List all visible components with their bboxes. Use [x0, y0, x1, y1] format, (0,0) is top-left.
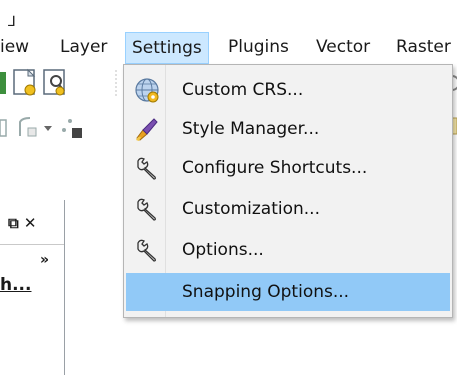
wrench-icon	[137, 239, 156, 262]
menu-item-label: Options...	[182, 240, 264, 260]
menu-item-style-manager[interactable]: Style Manager...	[126, 110, 450, 148]
panel-right-border	[64, 200, 65, 375]
menu-item-options[interactable]: Options...	[126, 231, 450, 269]
project-icon[interactable]	[0, 72, 6, 94]
wrench-icon	[137, 198, 156, 221]
settings-dropdown-menu: Custom CRS... Style Manager... Configure…	[123, 64, 453, 318]
menu-plugins[interactable]: Plugins	[228, 32, 289, 62]
wrench-icon	[137, 157, 156, 180]
vertex-tool-icon[interactable]	[62, 119, 82, 138]
menu-item-configure-shortcuts[interactable]: Configure Shortcuts...	[126, 149, 450, 187]
menu-settings[interactable]: Settings	[125, 32, 209, 64]
menu-item-label: Customization...	[182, 199, 320, 219]
menu-item-label: Style Manager...	[182, 119, 320, 139]
panel-more-chevron[interactable]: »	[40, 252, 49, 268]
menu-layer[interactable]: Layer	[60, 32, 107, 62]
menu-item-label: Configure Shortcuts...	[182, 158, 368, 178]
new-print-layout-icon[interactable]	[13, 68, 36, 96]
menu-item-customization[interactable]: Customization...	[126, 190, 450, 228]
digitize-node-icon[interactable]	[0, 119, 7, 137]
menu-view[interactable]: iew	[0, 32, 29, 62]
menu-raster[interactable]: Raster	[396, 32, 451, 62]
top-partial-glyph: ⅃	[8, 14, 16, 30]
paintbrush-icon	[136, 118, 158, 141]
menu-item-label: Custom CRS...	[182, 80, 304, 100]
globe-crs-icon	[135, 78, 159, 103]
menu-item-custom-crs[interactable]: Custom CRS...	[126, 71, 450, 109]
toolbar-row-1-icons	[0, 68, 117, 96]
dropdown-arrow-icon[interactable]	[44, 126, 52, 131]
add-line-icon[interactable]	[19, 117, 37, 137]
layout-manager-icon[interactable]	[43, 69, 65, 96]
menu-vector[interactable]: Vector	[316, 32, 370, 62]
menu-item-label: Snapping Options...	[182, 282, 350, 302]
panel-header-divider	[0, 244, 64, 245]
panel-link-text[interactable]: h...	[0, 275, 31, 295]
panel-float-close-controls[interactable]: ⧉ ✕	[8, 214, 37, 232]
toolbar-row-2-icons	[0, 117, 82, 138]
menu-item-snapping-options[interactable]: Snapping Options...	[126, 273, 450, 311]
menu-bar: iew Layer Settings Plugins Vector Raster	[0, 32, 457, 64]
